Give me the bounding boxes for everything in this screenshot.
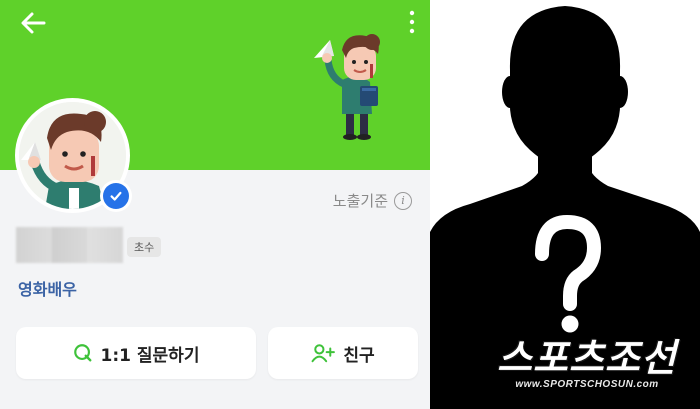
- watermark-logo-text: 스포츠조선: [497, 338, 677, 380]
- more-vertical-icon[interactable]: [408, 10, 416, 34]
- watermark-url: www.SPORTSCHOSUN.com: [515, 379, 659, 390]
- ask-question-label: 1:1 질문하기: [100, 345, 200, 366]
- add-friend-button[interactable]: 친구: [268, 327, 418, 379]
- verified-badge: [100, 180, 132, 212]
- add-friend-label: 친구: [343, 345, 375, 366]
- blurred-name: [16, 227, 123, 263]
- verified-check-icon: [110, 191, 122, 201]
- question-q-icon: [73, 344, 91, 362]
- add-friend-icon: [311, 344, 336, 363]
- watermark: 스포츠조선 www.SPORTSCHOSUN.com: [487, 340, 687, 395]
- profile-screen: 노출기준 i 초수 영화배우 1:1 질문하기 친구: [0, 0, 430, 409]
- banner-character-illustration: [314, 34, 380, 140]
- occupation-label[interactable]: 영화배우: [18, 276, 77, 300]
- info-icon[interactable]: i: [394, 191, 412, 210]
- exposure-criteria[interactable]: 노출기준 i: [333, 190, 412, 211]
- arrow-left-icon[interactable]: [18, 8, 48, 38]
- ask-question-button[interactable]: 1:1 질문하기: [16, 327, 256, 379]
- exposure-label: 노출기준: [332, 192, 388, 210]
- status-badge: 초수: [127, 237, 162, 257]
